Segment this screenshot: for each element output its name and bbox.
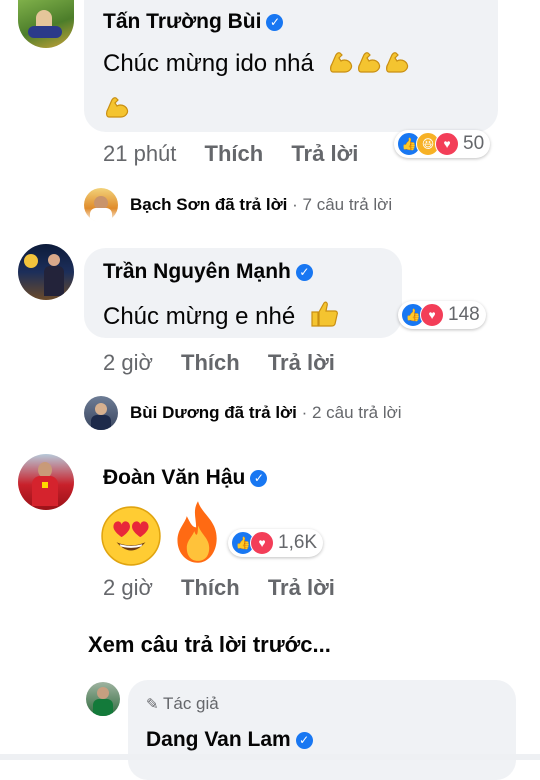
comment-text: Chúc mừng e nhé <box>103 298 340 331</box>
love-reaction-icon: ♥ <box>420 303 444 327</box>
reaction-summary[interactable]: 👍 ♥ 148 <box>398 301 486 329</box>
comment-time[interactable]: 2 giờ <box>103 350 153 375</box>
avatar[interactable] <box>18 0 74 48</box>
fire-emoji <box>177 501 217 563</box>
reaction-count: 50 <box>463 133 485 154</box>
comment-meta: 2 giờ Thích Trả lời <box>103 350 335 376</box>
avatar[interactable] <box>18 244 74 300</box>
like-button[interactable]: Thích <box>205 141 264 166</box>
avatar[interactable] <box>86 682 120 716</box>
avatar[interactable] <box>84 188 118 222</box>
pencil-icon: ✎ <box>146 696 159 713</box>
author-name[interactable]: Tấn Trường Bùi <box>103 10 261 33</box>
reply-action: đã trả lời <box>214 195 288 214</box>
reply-author[interactable]: Bùi Dương <box>130 403 220 422</box>
reply-action: đã trả lời <box>224 403 297 422</box>
comment-author[interactable]: Đoàn Văn Hậu ✓ <box>103 466 268 490</box>
reply-count: · 7 câu trả lời <box>292 195 393 214</box>
author-name[interactable]: Trần Nguyên Mạnh <box>103 260 291 283</box>
comment-meta: 2 giờ Thích Trả lời <box>103 575 335 601</box>
comment-text: Chúc mừng ido nhá <box>103 47 411 78</box>
comment-time[interactable]: 2 giờ <box>103 575 153 600</box>
reply-summary[interactable]: Bạch Sơn đã trả lời · 7 câu trả lời <box>130 195 392 215</box>
comment-meta: 21 phút Thích Trả lời <box>103 141 358 167</box>
reply-author[interactable]: Bạch Sơn <box>130 195 210 214</box>
author-name[interactable]: Dang Van Lam <box>146 728 291 751</box>
flexed-biceps-emoji <box>106 97 129 118</box>
like-button[interactable]: Thích <box>181 575 240 600</box>
author-badge: ✎ Tác giả <box>146 694 219 713</box>
comment-author[interactable]: Dang Van Lam ✓ <box>146 728 313 752</box>
avatar[interactable] <box>84 396 118 430</box>
flexed-biceps-emoji <box>329 52 352 73</box>
comment-author[interactable]: Trần Nguyên Mạnh ✓ <box>103 260 313 284</box>
author-name[interactable]: Đoàn Văn Hậu <box>103 466 245 489</box>
reply-button[interactable]: Trả lời <box>291 141 358 166</box>
reply-button[interactable]: Trả lời <box>268 575 335 600</box>
love-reaction-icon: ♥ <box>435 132 459 156</box>
thumbs-up-emoji <box>311 301 338 327</box>
avatar[interactable] <box>18 454 74 510</box>
heart-eyes-emoji <box>101 506 161 566</box>
flexed-biceps-emoji <box>385 52 408 73</box>
love-reaction-icon: ♥ <box>250 531 274 555</box>
reply-button[interactable]: Trả lời <box>268 350 335 375</box>
comment-time[interactable]: 21 phút <box>103 141 176 166</box>
reaction-summary[interactable]: 👍 😆 ♥ 50 <box>394 130 491 158</box>
divider <box>0 754 540 760</box>
verified-badge-icon: ✓ <box>266 14 284 31</box>
reaction-count: 148 <box>448 304 480 325</box>
reaction-count: 1,6K <box>278 532 318 553</box>
reaction-summary[interactable]: 👍 ♥ 1,6K <box>228 529 324 557</box>
reply-summary[interactable]: Bùi Dương đã trả lời · 2 câu trả lời <box>130 403 402 423</box>
verified-badge-icon: ✓ <box>295 264 313 281</box>
verified-badge-icon: ✓ <box>295 732 313 749</box>
comment-author[interactable]: Tấn Trường Bùi ✓ <box>103 10 284 34</box>
verified-badge-icon: ✓ <box>250 470 268 487</box>
like-button[interactable]: Thích <box>181 350 240 375</box>
reply-count: · 2 câu trả lời <box>301 403 402 422</box>
see-previous-replies-link[interactable]: Xem câu trả lời trước... <box>88 632 331 658</box>
flexed-biceps-emoji <box>357 52 380 73</box>
